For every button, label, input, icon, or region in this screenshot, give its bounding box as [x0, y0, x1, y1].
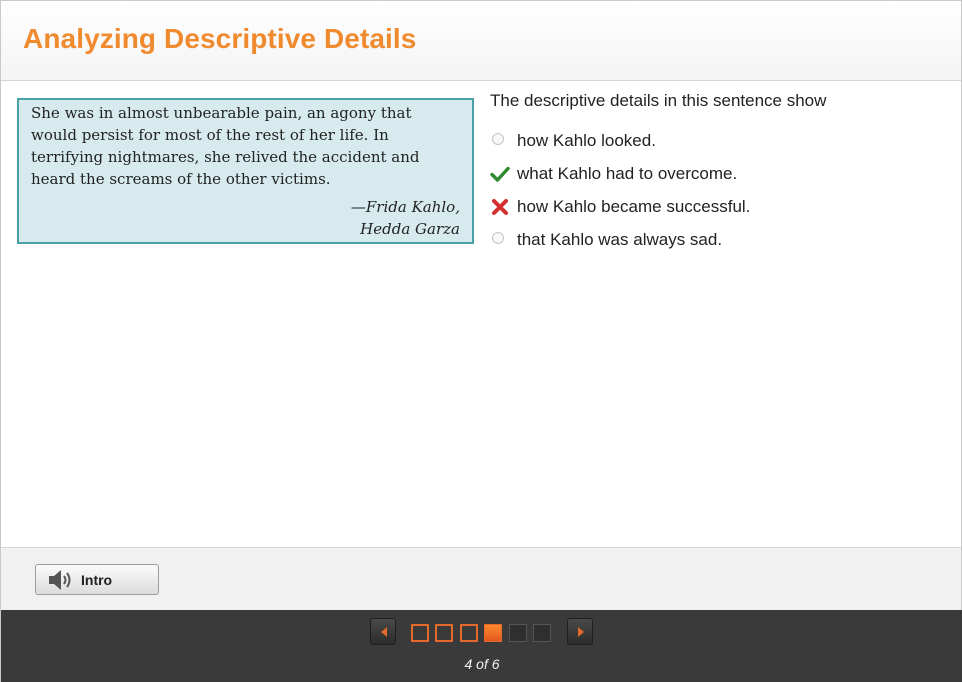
radio-unselected-icon[interactable]	[492, 232, 504, 244]
previous-button[interactable]	[370, 618, 396, 645]
intro-label: Intro	[81, 572, 113, 588]
page-4-box[interactable]	[484, 624, 502, 642]
answer-option-4[interactable]: that Kahlo was always sad.	[490, 225, 930, 258]
intro-button[interactable]: Intro	[35, 564, 159, 595]
arrow-left-icon	[381, 627, 387, 637]
answer-option-label: how Kahlo looked.	[517, 131, 656, 150]
answer-options: how Kahlo looked. what Kahlo had to over…	[490, 126, 930, 258]
answer-option-3[interactable]: how Kahlo became successful.	[490, 192, 930, 225]
page-6-box[interactable]	[533, 624, 551, 642]
page-5-box[interactable]	[509, 624, 527, 642]
attribution: —Frida Kahlo, Hedda Garza	[31, 196, 460, 240]
answer-option-label: that Kahlo was always sad.	[517, 230, 723, 249]
radio-unselected-icon[interactable]	[492, 133, 504, 145]
x-mark-icon	[490, 197, 510, 217]
checkmark-icon	[490, 164, 510, 184]
page-2-box[interactable]	[435, 624, 453, 642]
header: Analyzing Descriptive Details	[1, 1, 961, 81]
navigation-bar: 4 of 6	[1, 610, 962, 682]
answer-option-1[interactable]: how Kahlo looked.	[490, 126, 930, 159]
arrow-right-icon	[578, 627, 584, 637]
attribution-author: —Frida Kahlo,	[350, 198, 460, 216]
answer-option-label: what Kahlo had to overcome.	[517, 164, 738, 183]
activity-window: Analyzing Descriptive Details She was in…	[0, 0, 962, 682]
passage-text: She was in almost unbearable pain, an ag…	[31, 104, 420, 188]
attribution-source: Hedda Garza	[360, 220, 460, 238]
page-title: Analyzing Descriptive Details	[23, 23, 417, 54]
answer-option-label: how Kahlo became successful.	[517, 197, 751, 216]
page-1-box[interactable]	[411, 624, 429, 642]
speaker-icon	[48, 569, 74, 596]
next-button[interactable]	[567, 618, 593, 645]
quote-passage: She was in almost unbearable pain, an ag…	[17, 98, 474, 244]
footer-toolbar: Intro	[1, 547, 961, 611]
question-prompt: The descriptive details in this sentence…	[490, 91, 827, 110]
page-3-box[interactable]	[460, 624, 478, 642]
answer-option-2[interactable]: what Kahlo had to overcome.	[490, 159, 930, 192]
page-count: 4 of 6	[464, 656, 500, 672]
